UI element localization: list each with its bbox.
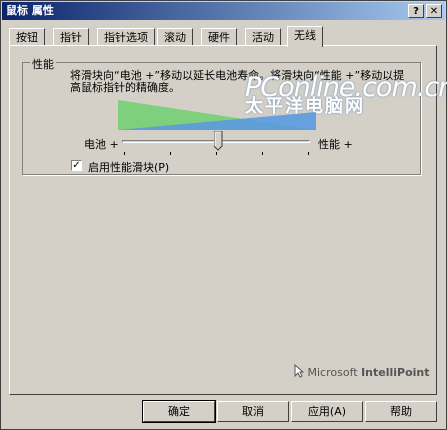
- apply-button[interactable]: 应用(A): [291, 401, 363, 422]
- performance-group-label: 性能: [30, 56, 56, 72]
- close-button[interactable]: ✕: [426, 4, 442, 18]
- battery-label: 电池 +: [84, 138, 119, 151]
- enable-performance-slider-checkbox[interactable]: ✓: [71, 160, 82, 171]
- enable-performance-slider-label[interactable]: 启用性能滑块(P): [88, 159, 169, 175]
- tab-activity[interactable]: 活动: [245, 28, 281, 46]
- window-title: 鼠标 属性: [6, 4, 54, 17]
- title-bar: 鼠标 属性 ? ✕: [2, 2, 445, 20]
- microsoft-brand: Microsoft: [307, 366, 358, 379]
- tab-hardware[interactable]: 硬件: [201, 28, 237, 46]
- ok-button[interactable]: 确定: [142, 400, 216, 423]
- tab-wireless[interactable]: 无线: [287, 26, 323, 47]
- slider-thumb[interactable]: [214, 131, 223, 151]
- mouse-cursor-icon: [294, 363, 305, 378]
- help-title-button[interactable]: ?: [408, 4, 424, 18]
- tab-pointers[interactable]: 指针: [53, 28, 89, 46]
- intellipoint-logo: Microsoft IntelliPoint: [294, 363, 430, 379]
- tab-pointer-options[interactable]: 指针选项: [97, 28, 155, 46]
- help-button[interactable]: 帮助: [365, 401, 437, 422]
- performance-slider[interactable]: [122, 130, 312, 158]
- performance-label: 性能 +: [318, 138, 353, 151]
- tab-buttons[interactable]: 按钮: [9, 28, 45, 46]
- intellipoint-brand: IntelliPoint: [361, 366, 430, 379]
- battery-performance-graph: [118, 100, 316, 130]
- cancel-button[interactable]: 取消: [217, 401, 289, 422]
- tab-scrolling[interactable]: 滚动: [157, 28, 193, 46]
